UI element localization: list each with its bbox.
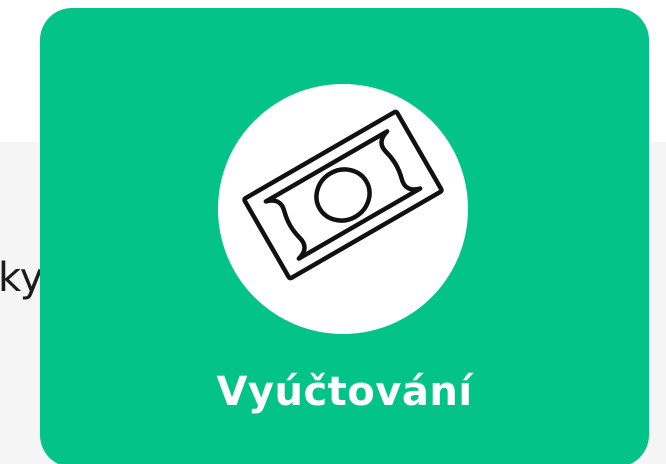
page: ky Vyúčtování: [0, 0, 666, 464]
icon-circle: [218, 84, 468, 334]
banknote-icon: [242, 109, 444, 281]
card-label: Vyúčtování: [216, 369, 473, 415]
billing-card[interactable]: Vyúčtování: [40, 8, 649, 464]
partial-heading: ky: [0, 255, 44, 301]
